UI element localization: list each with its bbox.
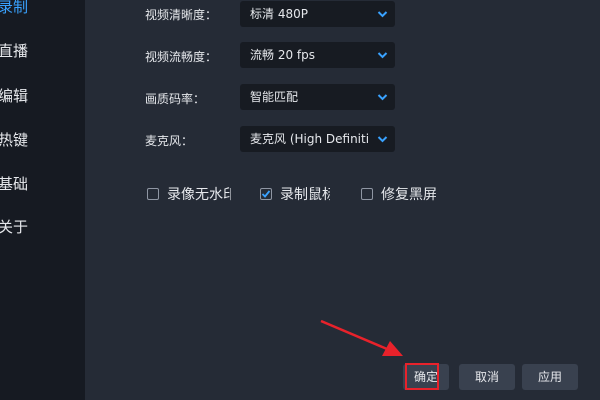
record-mouse-checkbox[interactable] — [260, 188, 272, 200]
bitrate-select[interactable]: 智能匹配 — [240, 84, 395, 110]
record-mouse-option[interactable]: 录制鼠标 — [260, 184, 330, 204]
sidebar-item-record[interactable]: 录制 — [0, 0, 28, 17]
video-clarity-select[interactable]: 标清 480P — [240, 1, 395, 27]
watermark-free-option[interactable]: 录像无水印 — [147, 184, 231, 204]
watermark-free-label[interactable]: 录像无水印 — [167, 184, 231, 204]
cancel-button[interactable]: 取消 — [459, 364, 515, 390]
bitrate-label: 画质码率： — [145, 92, 206, 106]
video-fluency-label: 视频流畅度： — [145, 50, 218, 64]
sidebar-item-edit[interactable]: 编辑 — [0, 85, 28, 106]
fix-black-screen-option[interactable]: 修复黑屏 — [361, 184, 436, 204]
video-fluency-value: 流畅 20 fps — [250, 48, 315, 62]
chevron-down-icon — [377, 94, 388, 101]
chevron-down-icon — [377, 52, 388, 59]
sidebar-item-hotkey[interactable]: 热键 — [0, 129, 28, 150]
video-clarity-label: 视频清晰度： — [145, 8, 218, 22]
apply-button[interactable]: 应用 — [522, 364, 578, 390]
microphone-select[interactable]: 麦克风 (High Definition — [240, 126, 395, 152]
chevron-down-icon — [377, 11, 388, 18]
confirm-button[interactable]: 确定 — [403, 364, 449, 390]
fix-black-screen-checkbox[interactable] — [361, 188, 373, 200]
record-mouse-label[interactable]: 录制鼠标 — [280, 184, 330, 204]
sidebar-item-live[interactable]: 直播 — [0, 40, 28, 61]
video-clarity-value: 标清 480P — [250, 7, 308, 21]
watermark-free-checkbox[interactable] — [147, 188, 159, 200]
sidebar-item-basic[interactable]: 基础 — [0, 173, 28, 194]
chevron-down-icon — [377, 136, 388, 143]
bitrate-value: 智能匹配 — [250, 90, 299, 104]
settings-panel: 视频清晰度： 标清 480P 视频流畅度： 流畅 20 fps 画质码率： 智能… — [85, 0, 600, 400]
microphone-value: 麦克风 (High Definition — [250, 132, 369, 146]
fix-black-screen-label[interactable]: 修复黑屏 — [381, 184, 436, 204]
settings-sidebar: 录制 直播 编辑 热键 基础 关于 — [0, 0, 85, 400]
microphone-label: 麦克风： — [145, 134, 194, 148]
checkmark-icon — [261, 190, 271, 198]
video-fluency-select[interactable]: 流畅 20 fps — [240, 42, 395, 68]
sidebar-item-about[interactable]: 关于 — [0, 216, 28, 237]
